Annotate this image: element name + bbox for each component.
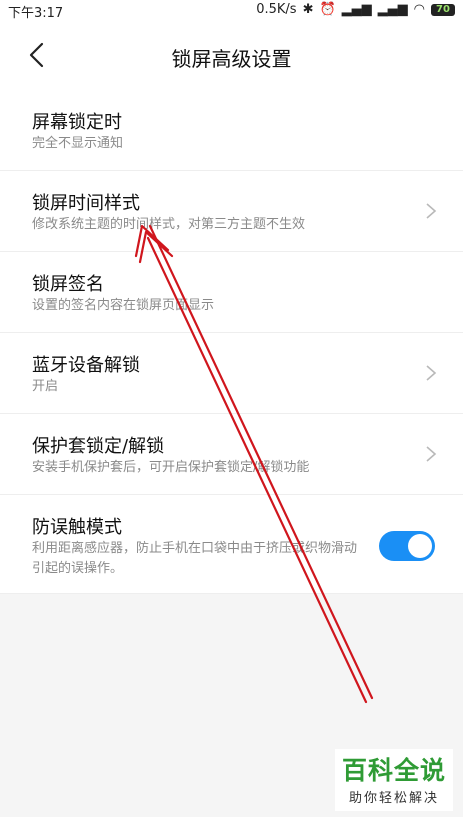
watermark-logo: 百科全说 助你轻松解决	[335, 749, 453, 811]
setting-title: 屏幕锁定时	[32, 112, 122, 133]
toggle-knob	[408, 534, 432, 558]
chevron-right-icon	[426, 203, 437, 219]
setting-title: 锁屏签名	[32, 274, 104, 295]
setting-anti-mistouch[interactable]: 防误触模式 利用距离感应器，防止手机在口袋中由于挤压或织物滑动引起的误操作。	[0, 495, 463, 594]
chevron-right-icon	[426, 365, 437, 381]
setting-cover-lock[interactable]: 保护套锁定/解锁 安装手机保护套后，可开启保护套锁定/解锁功能	[0, 414, 463, 495]
setting-lock-signature[interactable]: 锁屏签名 设置的签名内容在锁屏页面显示	[0, 252, 463, 333]
setting-subtitle: 完全不显示通知	[32, 136, 124, 151]
status-bar: 下午3:17 0.5K/s ✱ ⏰ ▂▄▆ ▂▄▆ ◠ 70	[0, 0, 463, 21]
bluetooth-icon: ✱	[302, 2, 314, 17]
setting-title: 防误触模式	[32, 517, 122, 538]
network-speed: 0.5K/s	[256, 2, 297, 17]
setting-subtitle: 设置的签名内容在锁屏页面显示	[32, 298, 215, 313]
setting-subtitle: 开启	[32, 379, 59, 394]
setting-subtitle: 安装手机保护套后，可开启保护套锁定/解锁功能	[32, 460, 310, 475]
anti-mistouch-toggle[interactable]	[379, 531, 435, 561]
setting-subtitle: 利用距离感应器，防止手机在口袋中由于挤压或织物滑动引起的误操作。	[32, 541, 358, 576]
status-time: 下午3:17	[8, 6, 64, 21]
setting-bluetooth-unlock[interactable]: 蓝牙设备解锁 开启	[0, 333, 463, 414]
watermark-tagline: 助你轻松解决	[348, 791, 439, 806]
chevron-right-icon	[426, 446, 437, 462]
setting-screen-lock[interactable]: 屏幕锁定时 完全不显示通知	[0, 90, 463, 171]
setting-title: 保护套锁定/解锁	[32, 436, 165, 457]
status-icons: 0.5K/s ✱ ⏰ ▂▄▆ ▂▄▆ ◠ 70	[256, 2, 455, 17]
signal-icon: ▂▄▆	[341, 2, 372, 17]
wifi-icon: ◠	[413, 2, 425, 17]
signal-icon-2: ▂▄▆	[377, 2, 408, 17]
setting-title: 蓝牙设备解锁	[32, 355, 140, 376]
battery-icon: 70	[431, 3, 455, 16]
watermark-brand: 百科全说	[341, 756, 446, 785]
settings-list: 屏幕锁定时 完全不显示通知 锁屏时间样式 修改系统主题的时间样式，对第三方主题不…	[0, 90, 463, 594]
setting-subtitle: 修改系统主题的时间样式，对第三方主题不生效	[32, 217, 306, 232]
page-title: 锁屏高级设置	[171, 47, 292, 71]
alarm-icon: ⏰	[319, 2, 336, 17]
setting-lock-time-style[interactable]: 锁屏时间样式 修改系统主题的时间样式，对第三方主题不生效	[0, 171, 463, 252]
setting-title: 锁屏时间样式	[32, 193, 140, 214]
header: 锁屏高级设置	[0, 20, 463, 90]
